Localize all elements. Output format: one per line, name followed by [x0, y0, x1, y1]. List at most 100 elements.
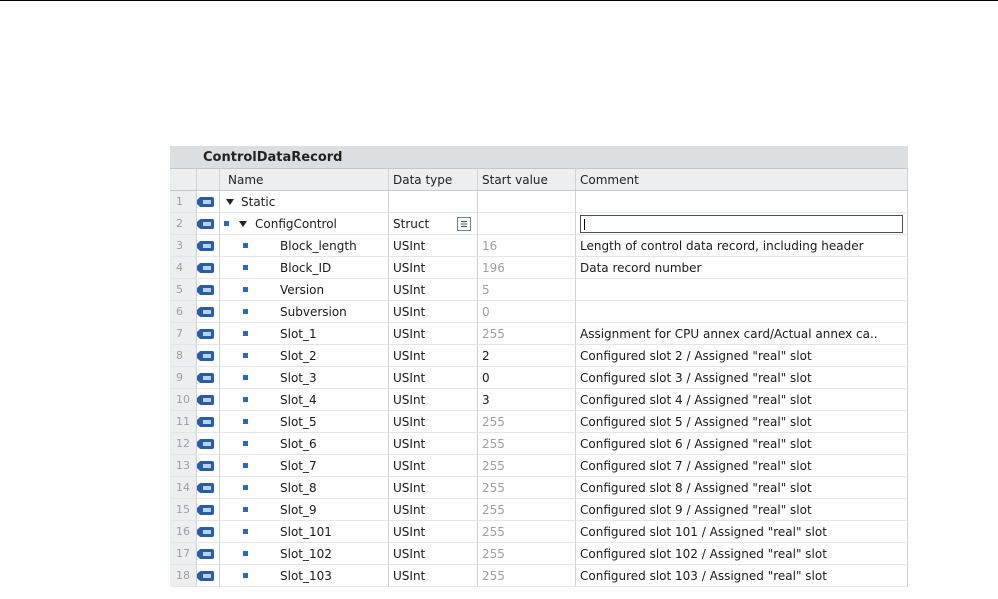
name-cell[interactable]: Block_ID — [219, 256, 389, 279]
comment-value[interactable]: Configured slot 7 / Assigned "real" slot — [580, 459, 812, 473]
name-cell[interactable]: Slot_1 — [219, 322, 389, 345]
data-type-value[interactable]: USInt — [393, 547, 425, 561]
data-type-value[interactable]: USInt — [393, 459, 425, 473]
member-name[interactable]: Slot_3 — [280, 371, 317, 385]
comment-value[interactable]: Configured slot 4 / Assigned "real" slot — [580, 393, 812, 407]
data-type-cell[interactable]: USInt — [388, 476, 478, 499]
start-value-cell[interactable]: 255 — [477, 542, 576, 565]
table-row[interactable]: 17 Slot_102 USInt 255 Configured slot 102 / … — [170, 542, 908, 565]
comment-value[interactable]: Configured slot 101 / Assigned "real" sl… — [580, 525, 827, 539]
comment-value[interactable]: Length of control data record, including… — [580, 239, 864, 253]
data-type-cell[interactable]: USInt — [388, 564, 478, 587]
name-cell[interactable]: Slot_8 — [219, 476, 389, 499]
header-name[interactable]: Name — [219, 169, 389, 191]
comment-value[interactable]: Configured slot 6 / Assigned "real" slot — [580, 437, 812, 451]
comment-cell[interactable] — [575, 300, 908, 323]
comment-cell[interactable]: Configured slot 103 / Assigned "real" sl… — [575, 564, 908, 587]
table-row[interactable]: 6 Subversion USInt 0 — [170, 300, 908, 323]
start-value-cell[interactable]: 0 — [477, 300, 576, 323]
data-type-value[interactable]: USInt — [393, 503, 425, 517]
data-type-cell[interactable]: USInt — [388, 454, 478, 477]
comment-value[interactable]: Assignment for CPU annex card/Actual ann… — [580, 327, 878, 341]
start-value-cell[interactable]: 255 — [477, 476, 576, 499]
name-cell[interactable]: Slot_9 — [219, 498, 389, 521]
name-cell[interactable]: Slot_5 — [219, 410, 389, 433]
member-name[interactable]: Slot_2 — [280, 349, 317, 363]
data-type-cell[interactable]: USInt — [388, 498, 478, 521]
member-name[interactable]: Static — [241, 195, 275, 209]
name-cell[interactable]: Slot_102 — [219, 542, 389, 565]
data-type-cell[interactable]: USInt — [388, 234, 478, 257]
table-row[interactable]: 10 Slot_4 USInt 3 Configured slot 4 / Assign… — [170, 388, 908, 411]
comment-value[interactable]: Configured slot 5 / Assigned "real" slot — [580, 415, 812, 429]
comment-cell[interactable]: Configured slot 6 / Assigned "real" slot — [575, 432, 908, 455]
comment-value[interactable]: Configured slot 102 / Assigned "real" sl… — [580, 547, 827, 561]
name-cell[interactable]: Slot_3 — [219, 366, 389, 389]
table-row[interactable]: 4 Block_ID USInt 196 Data record number — [170, 256, 908, 279]
start-value-cell[interactable]: 255 — [477, 432, 576, 455]
member-name[interactable]: Block_ID — [280, 261, 331, 275]
table-row[interactable]: 13 Slot_7 USInt 255 Configured slot 7 / Assi… — [170, 454, 908, 477]
name-cell[interactable]: ConfigControl — [219, 212, 389, 235]
data-type-cell[interactable]: USInt — [388, 300, 478, 323]
start-value-cell[interactable]: 0 — [477, 366, 576, 389]
comment-cell[interactable]: Configured slot 9 / Assigned "real" slot — [575, 498, 908, 521]
comment-value[interactable]: Configured slot 103 / Assigned "real" sl… — [580, 569, 827, 583]
table-row[interactable]: 14 Slot_8 USInt 255 Configured slot 8 / Assi… — [170, 476, 908, 499]
member-name[interactable]: Subversion — [280, 305, 347, 319]
name-cell[interactable]: Version — [219, 278, 389, 301]
data-type-value[interactable]: USInt — [393, 437, 425, 451]
table-row[interactable]: 7 Slot_1 USInt 255 Assignment for CPU annex … — [170, 322, 908, 345]
data-type-cell[interactable]: USInt — [388, 366, 478, 389]
comment-cell[interactable]: Configured slot 2 / Assigned "real" slot — [575, 344, 908, 367]
header-comment[interactable]: Comment — [575, 169, 908, 191]
start-value-cell[interactable]: 255 — [477, 322, 576, 345]
start-value-cell[interactable]: 255 — [477, 520, 576, 543]
comment-cell[interactable] — [575, 278, 908, 301]
name-cell[interactable]: Block_length — [219, 234, 389, 257]
name-cell[interactable]: Slot_6 — [219, 432, 389, 455]
member-name[interactable]: Slot_9 — [280, 503, 317, 517]
table-row[interactable]: 5 Version USInt 5 — [170, 278, 908, 301]
table-row[interactable]: 3 Block_length USInt 16 Length of control da… — [170, 234, 908, 257]
start-value-cell[interactable]: 255 — [477, 498, 576, 521]
data-type-cell[interactable] — [388, 190, 478, 213]
member-name[interactable]: Slot_4 — [280, 393, 317, 407]
start-value-cell[interactable]: 255 — [477, 564, 576, 587]
start-value-cell[interactable] — [477, 190, 576, 213]
member-name[interactable]: Slot_103 — [280, 569, 332, 583]
comment-cell[interactable]: Length of control data record, including… — [575, 234, 908, 257]
data-type-cell[interactable]: USInt — [388, 278, 478, 301]
table-row[interactable]: 9 Slot_3 USInt 0 Configured slot 3 / Assigne… — [170, 366, 908, 389]
data-type-cell[interactable]: Struct — [388, 212, 478, 235]
name-cell[interactable]: Subversion — [219, 300, 389, 323]
header-data-type[interactable]: Data type — [388, 169, 478, 191]
table-row[interactable]: 18 Slot_103 USInt 255 Configured slot 103 / … — [170, 564, 908, 587]
member-name[interactable]: Slot_102 — [280, 547, 332, 561]
comment-value[interactable]: Data record number — [580, 261, 701, 275]
comment-cell[interactable]: Configured slot 4 / Assigned "real" slot — [575, 388, 908, 411]
comment-cell[interactable]: Configured slot 102 / Assigned "real" sl… — [575, 542, 908, 565]
member-name[interactable]: Slot_5 — [280, 415, 317, 429]
data-type-value[interactable]: USInt — [393, 349, 425, 363]
start-value-cell[interactable]: 255 — [477, 454, 576, 477]
member-name[interactable]: Slot_6 — [280, 437, 317, 451]
name-cell[interactable]: Static — [219, 190, 389, 213]
name-cell[interactable]: Slot_103 — [219, 564, 389, 587]
comment-cell[interactable]: Configured slot 7 / Assigned "real" slot — [575, 454, 908, 477]
table-row[interactable]: 1 Static — [170, 190, 908, 213]
data-type-cell[interactable]: USInt — [388, 432, 478, 455]
member-name[interactable]: ConfigControl — [255, 217, 337, 231]
comment-cell[interactable]: Assignment for CPU annex card/Actual ann… — [575, 322, 908, 345]
name-cell[interactable]: Slot_2 — [219, 344, 389, 367]
collapse-arrow-icon[interactable] — [226, 198, 234, 205]
data-type-value[interactable]: USInt — [393, 569, 425, 583]
data-type-value[interactable]: USInt — [393, 393, 425, 407]
comment-value[interactable]: Configured slot 2 / Assigned "real" slot — [580, 349, 812, 363]
member-name[interactable]: Version — [280, 283, 324, 297]
name-cell[interactable]: Slot_4 — [219, 388, 389, 411]
comment-edit-field[interactable] — [580, 214, 903, 233]
data-type-value[interactable]: USInt — [393, 283, 425, 297]
comment-cell[interactable]: Configured slot 5 / Assigned "real" slot — [575, 410, 908, 433]
start-value-cell[interactable]: 5 — [477, 278, 576, 301]
